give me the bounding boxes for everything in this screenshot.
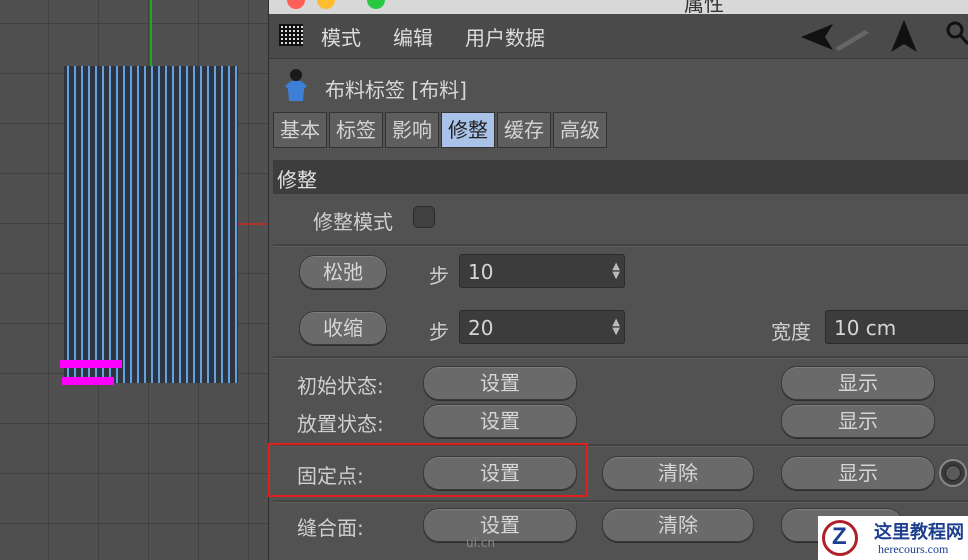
cloth-object[interactable] <box>64 66 238 383</box>
seam-polys-set-button[interactable]: 设置 <box>423 508 577 542</box>
watermark-subtitle: herecours.com <box>878 542 949 556</box>
menu-mode[interactable]: 模式 <box>321 22 361 51</box>
divider <box>273 244 968 247</box>
zoom-window-button[interactable] <box>367 0 385 9</box>
divider <box>273 500 968 503</box>
cloth-tag-icon <box>285 69 307 101</box>
stepper-arrows-icon[interactable]: ▲ ▼ <box>612 318 620 337</box>
seam-polys-label: 缝合面: <box>297 516 364 540</box>
minimize-window-button[interactable] <box>317 0 335 9</box>
width-field[interactable]: 10 cm <box>825 310 968 344</box>
dress-state-show-button[interactable]: 显示 <box>781 404 935 438</box>
fix-points-radio[interactable] <box>939 459 967 487</box>
tab-bar: 基本 标签 影响 修整 缓存 高级 <box>273 112 607 148</box>
menu-user-data[interactable]: 用户数据 <box>465 22 545 51</box>
tab-dresser[interactable]: 修整 <box>441 112 495 148</box>
shrink-step-value: 20 <box>468 316 494 340</box>
tab-basic[interactable]: 基本 <box>273 112 327 148</box>
dress-mode-checkbox[interactable] <box>413 206 435 228</box>
dress-state-set-button[interactable]: 设置 <box>423 404 577 438</box>
divider <box>273 356 968 359</box>
pointer-up-icon[interactable] <box>889 18 919 54</box>
menubar: 模式 编辑 用户数据 <box>269 14 968 59</box>
relax-step-label: 步 <box>429 264 449 288</box>
tab-cache[interactable]: 缓存 <box>497 112 551 148</box>
seam-polys-clear-button[interactable]: 清除 <box>602 508 754 542</box>
site-logo-icon: Z <box>822 520 858 556</box>
tab-influence[interactable]: 影响 <box>385 112 439 148</box>
init-state-show-button[interactable]: 显示 <box>781 366 935 400</box>
relax-step-field[interactable]: 10 ▲ ▼ <box>459 254 625 288</box>
watermark-title: 这里教程网 <box>874 522 964 543</box>
x-axis-line <box>236 223 268 225</box>
uicn-watermark: ui.cn <box>466 536 495 550</box>
window-title: 属性 <box>684 0 724 14</box>
tag-title: 布料标签 [布料] <box>325 78 467 102</box>
grid-icon[interactable] <box>279 24 303 46</box>
width-value: 10 cm <box>834 316 897 340</box>
y-axis-line <box>150 0 152 68</box>
shrink-button[interactable]: 收缩 <box>299 311 387 345</box>
search-icon[interactable] <box>945 20 968 50</box>
fixed-points-selection <box>60 360 122 368</box>
dress-mode-label: 修整模式 <box>313 210 393 234</box>
fixed-points-selection <box>62 377 114 385</box>
back-arrow-icon[interactable] <box>797 20 877 54</box>
dress-state-label: 放置状态: <box>297 412 384 436</box>
site-watermark: Z 这里教程网 herecours.com <box>818 516 968 560</box>
close-window-button[interactable] <box>287 0 305 9</box>
width-label: 宽度 <box>771 320 811 344</box>
section-title: 修整 <box>277 168 317 192</box>
shrink-step-field[interactable]: 20 ▲ ▼ <box>459 310 625 344</box>
viewport-3d[interactable] <box>0 0 268 560</box>
menu-edit[interactable]: 编辑 <box>393 22 433 51</box>
window-titlebar: 属性 <box>269 0 968 14</box>
stepper-arrows-icon[interactable]: ▲ ▼ <box>612 262 620 281</box>
fix-points-clear-button[interactable]: 清除 <box>602 456 754 490</box>
shrink-step-label: 步 <box>429 320 449 344</box>
tab-advanced[interactable]: 高级 <box>553 112 607 148</box>
relax-button[interactable]: 松弛 <box>299 255 387 289</box>
relax-step-value: 10 <box>468 260 494 284</box>
tab-tag[interactable]: 标签 <box>329 112 383 148</box>
fix-points-show-button[interactable]: 显示 <box>781 456 935 490</box>
highlight-box <box>268 443 588 497</box>
init-state-set-button[interactable]: 设置 <box>423 366 577 400</box>
init-state-label: 初始状态: <box>297 374 384 398</box>
tag-header: 布料标签 [布料] <box>269 60 968 110</box>
section-header: 修整 <box>273 160 968 194</box>
